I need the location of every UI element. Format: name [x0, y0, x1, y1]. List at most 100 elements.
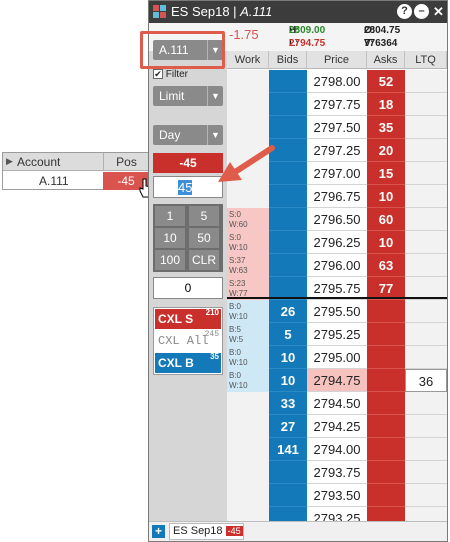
bid-cell[interactable] [269, 254, 307, 277]
ask-cell[interactable]: 35 [367, 116, 405, 139]
work-cell[interactable]: B:0 W:10 [227, 369, 269, 392]
account-row[interactable]: A.111 -45 [3, 172, 149, 190]
ask-cell[interactable] [367, 438, 405, 461]
ltq-cell[interactable] [405, 93, 447, 116]
ask-cell[interactable] [367, 507, 405, 521]
ltq-cell[interactable]: 36 [405, 369, 447, 392]
filter-row[interactable]: ✔ Filter [153, 69, 188, 80]
qty-1-button[interactable]: 1 [155, 206, 185, 226]
price-cell[interactable]: 2796.75 [307, 185, 367, 208]
bid-cell[interactable]: 5 [269, 323, 307, 346]
price-cell[interactable]: 2795.00 [307, 346, 367, 369]
order-type-select[interactable]: Limit ▼ [153, 86, 223, 106]
ask-cell[interactable]: 15 [367, 162, 405, 185]
work-cell[interactable] [227, 507, 269, 521]
expand-icon[interactable]: ▶ [6, 156, 13, 167]
ltq-cell[interactable] [405, 484, 447, 507]
ask-cell[interactable] [367, 392, 405, 415]
bid-cell[interactable]: 27 [269, 415, 307, 438]
bid-cell[interactable] [269, 70, 307, 93]
work-cell[interactable]: B:0 W:10 [227, 346, 269, 369]
bid-cell[interactable]: 10 [269, 369, 307, 392]
ask-cell[interactable]: 52 [367, 70, 405, 93]
work-cell[interactable] [227, 70, 269, 93]
work-cell[interactable] [227, 415, 269, 438]
ask-cell[interactable]: 60 [367, 208, 405, 231]
ask-cell[interactable] [367, 415, 405, 438]
price-cell[interactable]: 2796.25 [307, 231, 367, 254]
bid-cell[interactable] [269, 507, 307, 521]
work-cell[interactable]: S:0 W:10 [227, 231, 269, 254]
ltq-cell[interactable] [405, 231, 447, 254]
ask-cell[interactable]: 63 [367, 254, 405, 277]
work-cell[interactable]: S:37 W:63 [227, 254, 269, 277]
offset-input[interactable]: 0 [153, 277, 223, 299]
bid-cell[interactable] [269, 231, 307, 254]
instrument-tab[interactable]: ES Sep18 -45 [169, 523, 244, 540]
ask-cell[interactable]: 20 [367, 139, 405, 162]
bid-cell[interactable]: 10 [269, 346, 307, 369]
qty-10-button[interactable]: 10 [155, 228, 185, 248]
bid-cell[interactable]: 26 [269, 300, 307, 323]
bid-cell[interactable]: 141 [269, 438, 307, 461]
work-cell[interactable] [227, 392, 269, 415]
filter-checkbox[interactable]: ✔ [153, 69, 163, 80]
price-cell[interactable]: 2794.00 [307, 438, 367, 461]
ltq-cell[interactable] [405, 300, 447, 323]
ltq-cell[interactable] [405, 254, 447, 277]
price-cell[interactable]: 2798.00 [307, 70, 367, 93]
price-cell[interactable]: 2794.50 [307, 392, 367, 415]
ask-cell[interactable] [367, 484, 405, 507]
price-cell[interactable]: 2793.75 [307, 461, 367, 484]
price-cell[interactable]: 2795.25 [307, 323, 367, 346]
ltq-cell[interactable] [405, 392, 447, 415]
work-cell[interactable] [227, 116, 269, 139]
work-cell[interactable] [227, 93, 269, 116]
ask-cell[interactable] [367, 323, 405, 346]
bid-cell[interactable]: 33 [269, 392, 307, 415]
price-cell[interactable]: 2797.25 [307, 139, 367, 162]
ask-cell[interactable] [367, 300, 405, 323]
ask-cell[interactable]: 10 [367, 185, 405, 208]
ltq-cell[interactable] [405, 139, 447, 162]
price-cell[interactable]: 2793.25 [307, 507, 367, 521]
add-tab-button[interactable]: + [152, 525, 165, 538]
price-cell[interactable]: 2797.00 [307, 162, 367, 185]
help-button[interactable]: ? [397, 4, 412, 19]
qty-5-button[interactable]: 5 [189, 206, 219, 226]
bid-cell[interactable] [269, 93, 307, 116]
work-cell[interactable]: B:5 W:5 [227, 323, 269, 346]
price-cell[interactable]: 2795.50 [307, 300, 367, 323]
ltq-cell[interactable] [405, 507, 447, 521]
qty-50-button[interactable]: 50 [189, 228, 219, 248]
work-cell[interactable]: S:0 W:60 [227, 208, 269, 231]
pos-column-header[interactable]: Pos [103, 153, 149, 171]
ask-cell[interactable]: 10 [367, 231, 405, 254]
title-bar[interactable]: ES Sep18 | A.111 ? – ✕ [149, 1, 447, 23]
price-cell[interactable]: 2796.00 [307, 254, 367, 277]
ask-cell[interactable] [367, 461, 405, 484]
cancel-buys-button[interactable]: CXL B 35 [155, 352, 221, 373]
price-cell[interactable]: 2797.50 [307, 116, 367, 139]
ltq-cell[interactable] [405, 162, 447, 185]
ltq-cell[interactable] [405, 438, 447, 461]
clear-button[interactable]: CLR [189, 250, 219, 270]
ltq-cell[interactable] [405, 461, 447, 484]
work-cell[interactable] [227, 461, 269, 484]
bid-cell[interactable] [269, 116, 307, 139]
ask-cell[interactable]: 18 [367, 93, 405, 116]
ltq-cell[interactable] [405, 323, 447, 346]
price-cell[interactable]: 2796.50 [307, 208, 367, 231]
ask-cell[interactable] [367, 369, 405, 392]
price-cell[interactable]: 2794.25 [307, 415, 367, 438]
ltq-cell[interactable] [405, 415, 447, 438]
price-cell[interactable]: 2797.75 [307, 93, 367, 116]
bid-cell[interactable] [269, 208, 307, 231]
ltq-cell[interactable] [405, 116, 447, 139]
ask-cell[interactable] [367, 346, 405, 369]
ltq-cell[interactable] [405, 185, 447, 208]
price-cell[interactable]: 2794.75 [307, 369, 367, 392]
work-cell[interactable]: B:0 W:10 [227, 300, 269, 323]
work-cell[interactable] [227, 484, 269, 507]
minimize-button[interactable]: – [414, 4, 429, 19]
